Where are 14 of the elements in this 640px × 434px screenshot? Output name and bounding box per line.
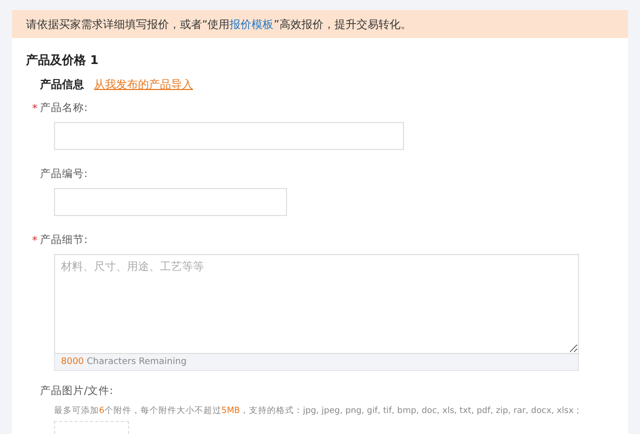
field-label: 产品图片/文件:	[40, 384, 114, 398]
required-mark: *	[32, 234, 38, 246]
field-label: 产品编号:	[40, 167, 88, 181]
section-title: 产品及价格 1	[26, 52, 100, 68]
text-area[interactable]: 材料、尺寸、用途、工艺等等	[54, 254, 579, 354]
import-link[interactable]: 从我发布的产品导入	[94, 76, 193, 92]
character-counter: 8000 Characters Remaining	[54, 354, 579, 371]
template-link[interactable]: 报价模板	[230, 18, 274, 30]
required-mark: *	[32, 102, 38, 114]
subsection-title: 产品信息	[40, 76, 84, 92]
upload-hint: 最多可添加6个附件，每个附件大小不超过5MB，支持的格式：jpg, jpeg, png, gif, tif, bmp, doc, xls, txt, pdf, zip, rar, docx, xlsx；	[54, 405, 584, 417]
notice-text: 请依据买家需求详细填写报价，或者“使用报价模板”高效报价，提升交易转化。	[26, 16, 412, 32]
field-label: 产品细节:	[40, 233, 88, 247]
field-label: 产品名称:	[40, 101, 88, 115]
